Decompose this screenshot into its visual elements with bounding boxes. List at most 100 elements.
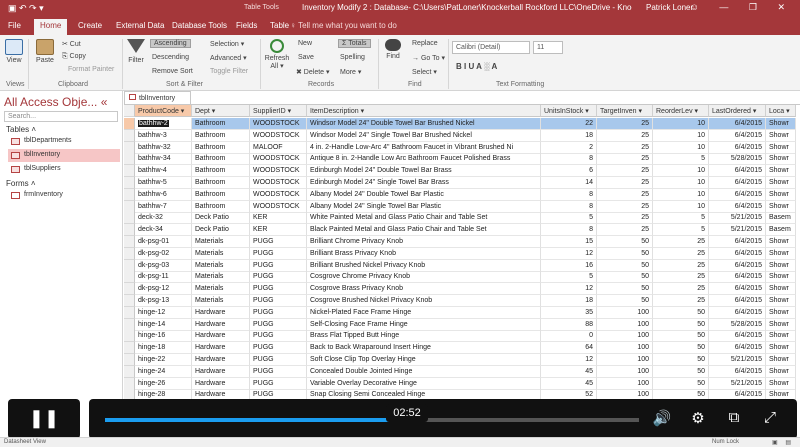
pause-button[interactable]: ❚❚ [8,399,80,439]
col-dept-cell[interactable]: Bathroom [192,200,250,213]
col-supplierid-cell[interactable]: KER [250,212,307,225]
col-dept-cell[interactable]: Hardware [192,342,250,355]
col-unitsinstock-cell[interactable]: 5 [541,212,597,225]
col-location-cell[interactable]: Showr [766,377,796,390]
font-size-select[interactable]: 11 [533,41,563,54]
col-productcode-cell[interactable]: bathhw-5 [135,177,192,189]
col-lastordered-cell[interactable]: 6/4/2015 [709,259,766,272]
col-itemdescription-cell[interactable]: Brilliant Brass Privacy Knob [307,247,541,260]
row-selector[interactable] [124,153,135,166]
col-reorderlevel-cell[interactable]: 50 [653,342,709,355]
col-lastordered-cell[interactable]: 6/4/2015 [709,271,766,284]
col-dept-cell[interactable]: Materials [192,295,250,307]
col-productcode-cell[interactable]: hinge-22 [135,354,192,366]
datasheet-grid[interactable]: ProductCode ▾ Dept ▾ SupplierID ▾ ItemDescr… [124,104,800,418]
col-unitsinstock-cell[interactable]: 45 [541,365,597,378]
col-itemdescription-cell[interactable]: Brilliant Brushed Nickel Privacy Knob [307,259,541,272]
col-lastordered-header[interactable]: LastOrdered ▾ [709,105,766,117]
row-selector[interactable] [124,271,135,284]
col-reorderlevel-cell[interactable]: 10 [653,129,709,142]
col-productcode-cell[interactable]: hinge-26 [135,377,192,390]
row-selector[interactable] [124,330,135,343]
replace-button[interactable]: Replace [412,40,438,47]
col-dept-cell[interactable]: Hardware [192,365,250,378]
col-unitsinstock-cell[interactable]: 88 [541,318,597,331]
save-record-button[interactable]: Save [298,54,314,61]
col-location-cell[interactable]: Showr [766,283,796,296]
advanced-button[interactable]: Advanced ▾ [210,54,247,62]
filter-button[interactable]: Filter [126,39,146,64]
col-unitsinstock-cell[interactable]: 18 [541,129,597,142]
col-reorderlevel-cell[interactable]: 50 [653,354,709,366]
row-selector[interactable] [124,188,135,201]
col-location-cell[interactable]: Showr [766,236,796,248]
col-location-cell[interactable]: Showr [766,271,796,284]
font-name-select[interactable]: Calibri (Detail) [452,41,530,54]
col-reorderlevel-cell[interactable]: 25 [653,283,709,296]
row-selector[interactable] [124,141,135,154]
col-itemdescription-cell[interactable]: Soft Close Clip Top Overlay Hinge [307,354,541,366]
col-itemdescription-header[interactable]: ItemDescription ▾ [307,105,541,117]
col-reorderlevel-cell[interactable]: 25 [653,295,709,307]
col-reorderlevel-cell[interactable]: 5 [653,224,709,237]
col-itemdescription-cell[interactable]: Nickel-Plated Face Frame Hinge [307,306,541,319]
row-selector[interactable] [124,318,135,331]
col-productcode-cell[interactable]: dk-psg-12 [135,283,192,296]
col-location-cell[interactable]: Showr [766,295,796,307]
col-productcode-cell[interactable]: bathhw-2 [135,118,192,130]
col-reorderlevel-cell[interactable]: 10 [653,200,709,213]
row-selector[interactable] [124,129,135,142]
col-location-cell[interactable]: Showr [766,141,796,154]
text-format-buttons[interactable]: B I U A ░ A [456,62,497,71]
col-lastordered-cell[interactable]: 6/4/2015 [709,247,766,260]
col-unitsinstock-cell[interactable]: 8 [541,153,597,166]
col-lastordered-cell[interactable]: 6/4/2015 [709,177,766,189]
col-location-cell[interactable]: Showr [766,365,796,378]
sort-descending-button[interactable]: Descending [152,54,189,61]
row-selector[interactable] [124,259,135,272]
col-dept-cell[interactable]: Hardware [192,330,250,343]
col-reorderlevel-cell[interactable]: 10 [653,141,709,154]
col-location-cell[interactable]: Showr [766,153,796,166]
col-targetinventory-cell[interactable]: 25 [597,177,653,189]
col-dept-cell[interactable]: Hardware [192,318,250,331]
col-dept-cell[interactable]: Bathroom [192,153,250,166]
col-lastordered-cell[interactable]: 6/4/2015 [709,129,766,142]
col-productcode-cell[interactable]: dk-psg-13 [135,295,192,307]
col-lastordered-cell[interactable]: 6/4/2015 [709,306,766,319]
col-productcode-cell[interactable]: bathhw-32 [135,141,192,154]
volume-icon[interactable]: 🔊 [651,409,673,427]
col-unitsinstock-cell[interactable]: 22 [541,118,597,130]
col-location-cell[interactable]: Showr [766,177,796,189]
col-unitsinstock-cell[interactable]: 45 [541,377,597,390]
col-dept-cell[interactable]: Bathroom [192,141,250,154]
col-unitsinstock-cell[interactable]: 12 [541,247,597,260]
col-unitsinstock-cell[interactable]: 12 [541,354,597,366]
col-targetinventory-cell[interactable]: 25 [597,129,653,142]
col-itemdescription-cell[interactable]: Self-Closing Face Frame Hinge [307,318,541,331]
col-unitsinstock-cell[interactable]: 16 [541,259,597,272]
col-location-cell[interactable]: Showr [766,330,796,343]
col-targetinventory-cell[interactable]: 100 [597,342,653,355]
select-all-corner[interactable] [124,105,135,117]
col-supplierid-cell[interactable]: WOODSTOCK [250,129,307,142]
nav-item-tbldepartments[interactable]: tblDepartments [8,135,120,148]
col-reorderlevel-cell[interactable]: 50 [653,330,709,343]
col-supplierid-cell[interactable]: PUGG [250,247,307,260]
row-selector[interactable] [124,224,135,237]
col-itemdescription-cell[interactable]: Back to Back Wraparound Insert Hinge [307,342,541,355]
col-dept-cell[interactable]: Bathroom [192,188,250,201]
tab-home[interactable]: Home [34,19,68,35]
cut-button[interactable]: ✂ Cut [62,40,81,48]
col-dept-cell[interactable]: Materials [192,271,250,284]
col-dept-cell[interactable]: Materials [192,236,250,248]
col-lastordered-cell[interactable]: 6/4/2015 [709,188,766,201]
col-targetinventory-cell[interactable]: 25 [597,118,653,130]
col-unitsinstock-header[interactable]: UnitsInStock ▾ [541,105,597,117]
col-productcode-cell[interactable]: deck-34 [135,224,192,237]
col-dept-cell[interactable]: Hardware [192,306,250,319]
quick-access-toolbar[interactable]: ▣ ↶ ↷ ▾ [8,3,44,14]
tab-table[interactable]: Table [270,21,289,30]
tab-database-tools[interactable]: Database Tools [172,21,227,30]
find-button[interactable]: Find [382,39,404,60]
